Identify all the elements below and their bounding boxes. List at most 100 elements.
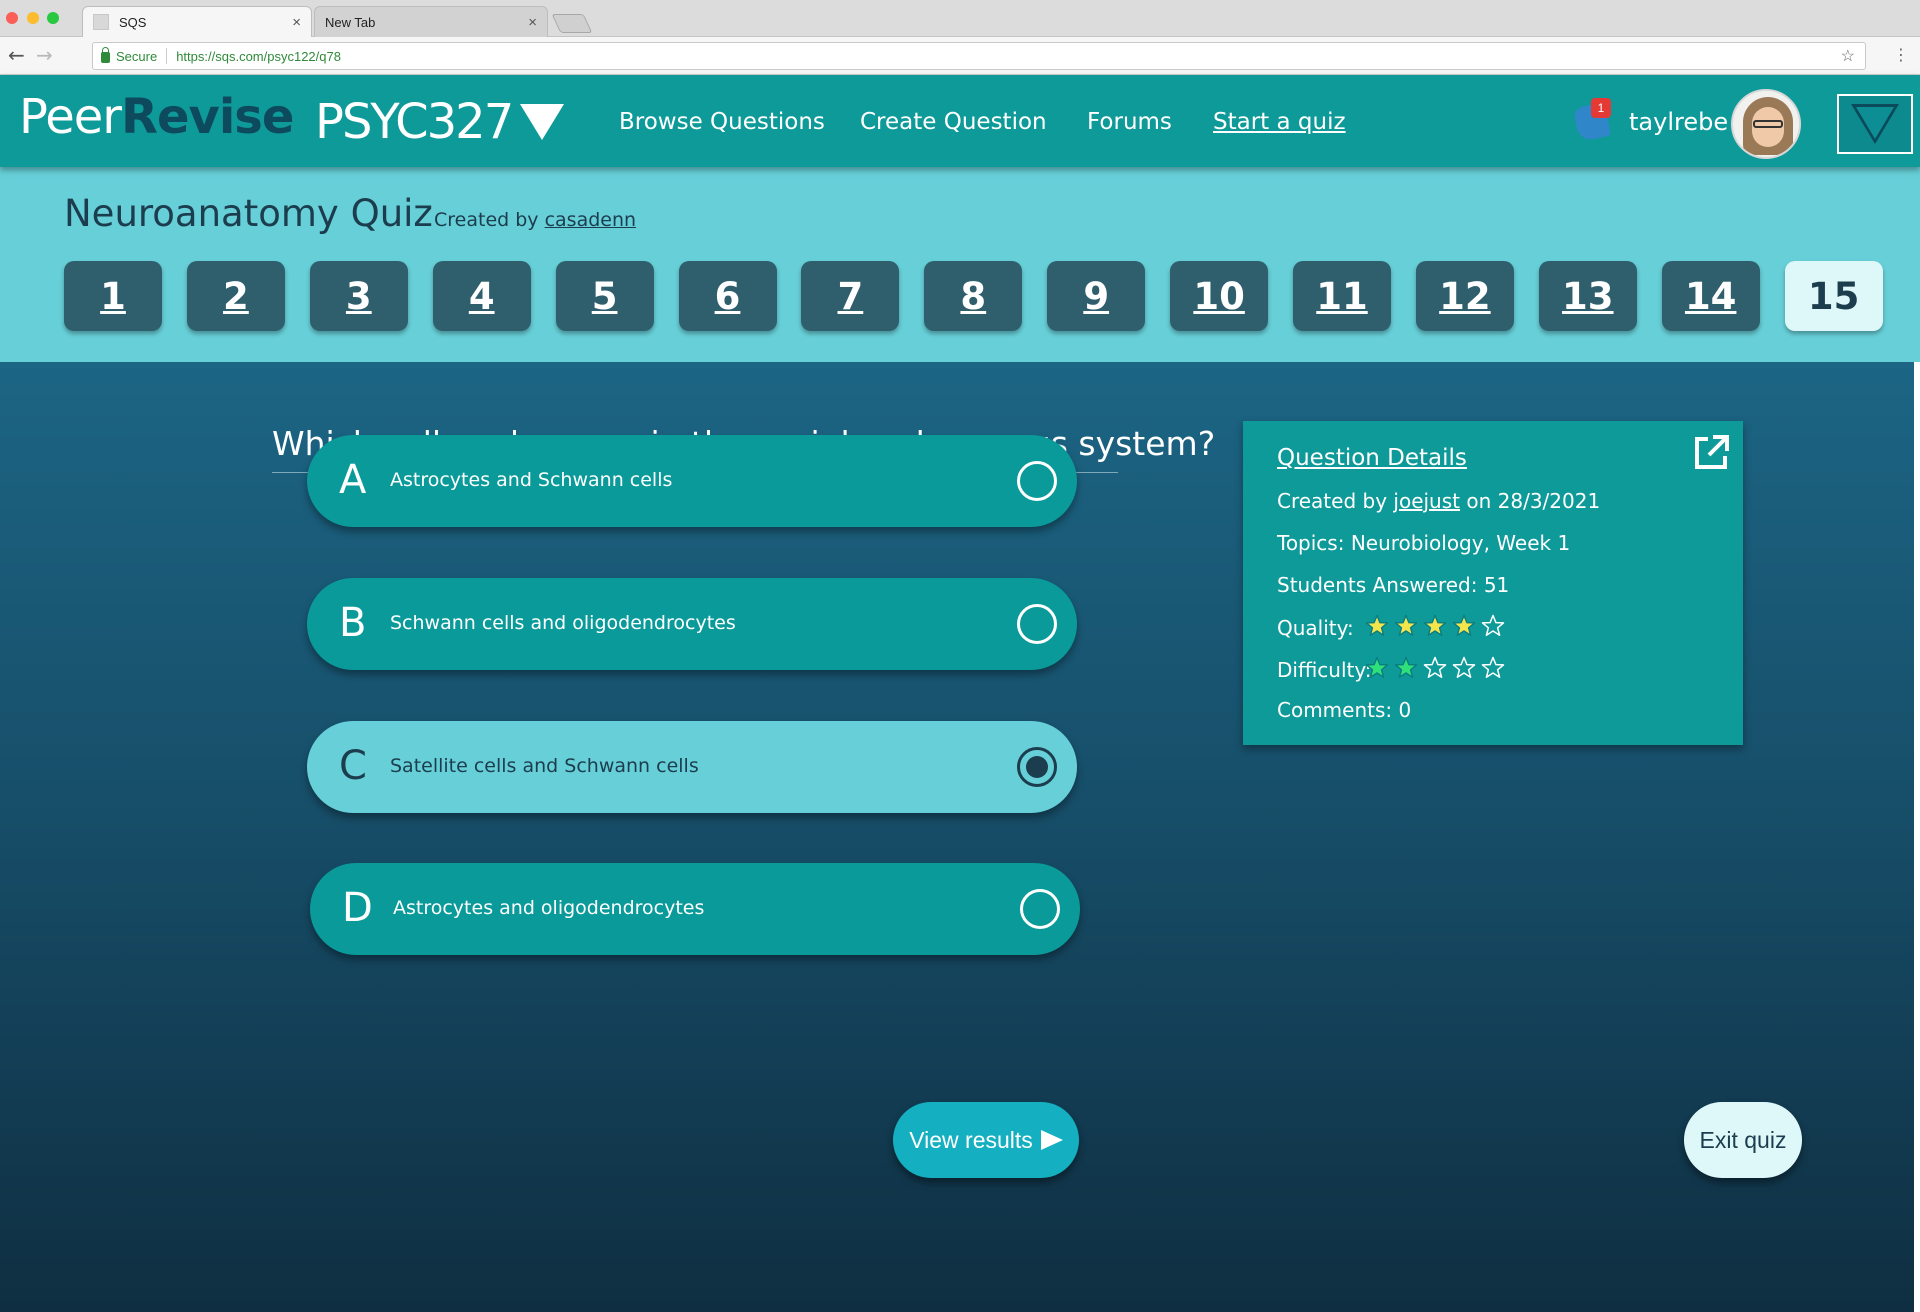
triangle-down-icon [1851,104,1899,144]
minimize-window-button[interactable] [27,12,39,24]
browser-tab-sqs[interactable]: SQS × [82,6,312,37]
question-number-button[interactable]: 15 [1784,261,1883,331]
app-header: PeerRevise PSYC327 Browse Questions Crea… [0,75,1920,167]
question-number-button[interactable]: 9 [1047,261,1146,331]
arrow-right-icon [1040,1130,1063,1150]
question-number-button[interactable]: 6 [678,261,777,331]
question-number-button[interactable]: 2 [186,261,285,331]
question-area: Which cells only occur in the peripheral… [0,362,1914,1312]
quality-star-filled-icon [1365,614,1389,636]
address-bar[interactable]: Secure https://sqs.com/psyc122/q78 ☆ [92,42,1866,70]
page-edge-strip [1914,362,1920,1312]
quality-star-filled-icon [1452,614,1476,636]
secure-label: Secure [116,48,158,64]
question-number-button[interactable]: 13 [1538,261,1637,331]
option-letter: A [339,457,367,503]
details-quality-label: Quality: [1277,616,1354,640]
question-number-button[interactable]: 7 [801,261,900,331]
avatar[interactable] [1731,89,1801,159]
maximize-window-button[interactable] [47,12,59,24]
option-label: Schwann cells and oligodendrocytes [390,612,736,634]
exit-quiz-button[interactable]: Exit quiz [1684,1102,1802,1178]
question-number-button[interactable]: 4 [432,261,531,331]
nav-start-a-quiz[interactable]: Start a quiz [1213,109,1346,135]
radio-empty-icon[interactable] [1020,889,1060,929]
tab-close-icon[interactable]: × [528,14,537,31]
open-external-icon[interactable] [1691,433,1731,473]
option-label: Astrocytes and Schwann cells [390,469,673,491]
question-number-button[interactable]: 12 [1415,261,1514,331]
option-label: Satellite cells and Schwann cells [390,755,699,777]
close-window-button[interactable] [6,12,18,24]
page-favicon-icon [93,14,109,30]
avatar-glasses [1753,120,1783,128]
difficulty-star-filled-icon [1365,656,1389,678]
question-details-panel: Question Details Created by joejust on 2… [1243,421,1743,745]
course-code: PSYC327 [315,94,514,150]
radio-empty-icon[interactable] [1017,461,1057,501]
radio-selected-icon[interactable] [1017,747,1057,787]
option-letter: C [339,743,367,789]
view-results-button[interactable]: View results [893,1102,1079,1178]
created-by-label: Created by [434,209,539,231]
notification-badge: 1 [1591,98,1611,118]
course-dropdown-icon [520,104,565,140]
question-number-button[interactable]: 5 [555,261,654,331]
browser-toolbar: ← → Secure https://sqs.com/psyc122/q78 ☆… [0,37,1920,75]
url-text[interactable]: https://sqs.com/psyc122/q78 [176,49,341,64]
quiz-title: Neuroanatomy Quiz [64,192,433,235]
option-label: Astrocytes and oligodendrocytes [393,897,705,919]
details-topics: Topics: Neurobiology, Week 1 [1277,531,1571,555]
created-by-label: Created by [1277,489,1388,513]
answer-option-c[interactable]: C Satellite cells and Schwann cells [307,721,1077,813]
browser-tab-new-tab[interactable]: New Tab × [314,6,548,37]
nav-create-question[interactable]: Create Question [860,109,1047,135]
tab-title: New Tab [325,14,376,30]
difficulty-star-empty-icon [1452,656,1476,678]
tab-close-icon[interactable]: × [292,14,301,31]
details-students-answered: Students Answered: 51 [1277,573,1510,597]
bookmark-star-icon[interactable]: ☆ [1841,46,1855,66]
question-number-button[interactable]: 14 [1661,261,1760,331]
question-number-button[interactable]: 11 [1293,261,1391,331]
lock-icon [101,46,110,63]
quality-star-filled-icon [1423,614,1447,636]
new-tab-button[interactable] [551,14,593,33]
answer-option-b[interactable]: B Schwann cells and oligodendrocytes [307,578,1077,670]
nav-forums[interactable]: Forums [1087,109,1172,135]
peerrevise-logo[interactable]: PeerRevise [19,89,294,145]
browser-tab-strip: SQS × New Tab × [0,0,1920,37]
question-number-button[interactable]: 8 [924,261,1023,331]
question-number-button[interactable]: 10 [1170,261,1269,331]
answer-option-a[interactable]: A Astrocytes and Schwann cells [307,435,1077,527]
created-date: on 28/3/2021 [1466,489,1601,513]
answer-option-d[interactable]: D Astrocytes and oligodendrocytes [310,863,1080,955]
back-arrow-icon[interactable]: ← [8,43,25,67]
option-letter: B [339,600,367,646]
question-number-button[interactable]: 3 [309,261,408,331]
address-divider [166,48,168,64]
quality-star-filled-icon [1394,614,1418,636]
logo-text-revise: Revise [121,89,294,145]
tab-title: SQS [119,14,147,30]
difficulty-star-filled-icon [1394,656,1418,678]
details-comments: Comments: 0 [1277,698,1412,722]
author-link[interactable]: joejust [1393,489,1460,513]
details-heading[interactable]: Question Details [1277,445,1467,471]
view-results-label: View results [909,1126,1033,1153]
logo-text-peer: Peer [19,89,122,145]
creator-link[interactable]: casadenn [545,209,636,231]
username[interactable]: taylrebe [1629,108,1728,136]
course-selector[interactable]: PSYC327 [315,94,565,150]
exit-quiz-label: Exit quiz [1699,1126,1787,1153]
forward-arrow-icon[interactable]: → [36,43,53,67]
browser-menu-icon[interactable]: ⋮ [1893,45,1909,64]
details-created-by: Created by joejust on 28/3/2021 [1277,489,1600,513]
radio-empty-icon[interactable] [1017,604,1057,644]
question-number-button[interactable]: 1 [64,261,162,331]
difficulty-rating [1365,656,1505,680]
user-menu-button[interactable] [1837,94,1913,154]
quiz-header: Neuroanatomy Quiz Created by casadenn 12… [0,167,1920,362]
difficulty-star-empty-icon [1481,656,1505,678]
nav-browse-questions[interactable]: Browse Questions [619,109,825,135]
